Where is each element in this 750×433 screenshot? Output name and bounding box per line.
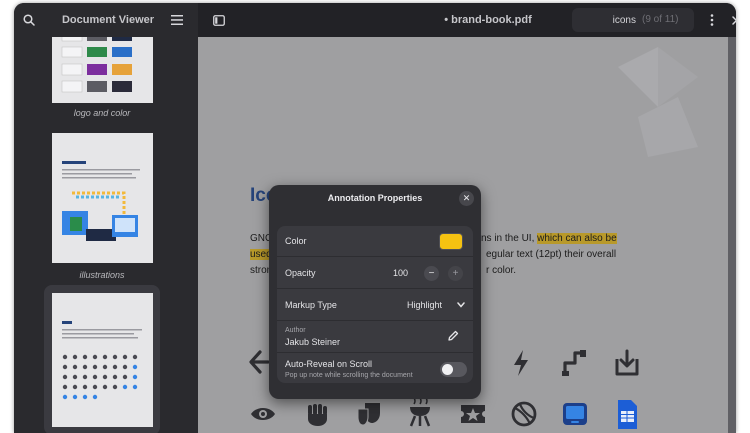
toggle-knob [442,364,453,375]
window-close-button[interactable] [724,8,736,32]
ticket-icon [461,405,485,423]
page-thumbnail-illustrations[interactable] [52,133,153,263]
color-label: Color [285,236,307,246]
markup-type-value[interactable]: Highlight [407,290,442,321]
thumbnail-caption: logo and color [73,108,131,118]
markup-type-row[interactable]: Markup Type Highlight [277,290,473,321]
opacity-increase-button[interactable]: + [448,266,463,281]
dialog-close-button[interactable]: ✕ [459,191,474,206]
search-input[interactable] [578,8,636,32]
color-picker-button[interactable] [439,233,463,250]
tablet-icon [563,403,587,425]
header-bar: Document Viewer • brand-book.pdf (9 of 1… [14,3,736,37]
close-icon: ✕ [462,193,471,203]
pencil-icon[interactable] [447,330,459,342]
main-menu-button[interactable] [165,8,189,32]
author-label: Author [285,327,306,334]
opacity-row: Opacity 100 − + [277,258,473,289]
icons-page-preview [62,321,142,400]
author-row: Author Jakub Steiner [277,322,473,353]
paragraph-line: egular text (12pt) their overall [486,249,616,260]
lightning-icon [514,350,528,376]
author-value: Jakub Steiner [285,337,341,347]
hamburger-menu-icon [171,15,183,25]
auto-reveal-description: Pop up note while scrolling the document [285,372,413,379]
auto-reveal-label: Auto-Reveal on Scroll [285,359,373,369]
text-segment: r color. [486,265,517,276]
toggle-sidebar-button[interactable] [207,8,231,32]
annotation-properties-dialog: Annotation Properties ✕ Color Opacity 10… [269,185,481,399]
text-highlight: which can also be [537,233,617,244]
auto-reveal-toggle[interactable] [440,362,467,377]
page-thumbnail-logo-and-color[interactable] [52,37,153,103]
vertical-dots-icon [710,14,714,26]
search-icon [23,14,35,26]
find-bar: (9 of 11) [572,8,694,32]
opacity-decrease-button[interactable]: − [424,266,439,281]
sidebar-header: Document Viewer [14,3,198,37]
grill-icon [409,397,431,427]
content-header: • brand-book.pdf (9 of 11) [198,3,736,37]
text-segment: egular text (12pt) their overall [486,249,617,260]
properties-list: Color Opacity 100 − + Markup Type Highli… [277,226,473,383]
ball-icon [511,401,537,427]
dialog-title: Annotation Properties [327,193,423,203]
text-segment: ns in the UI, [481,233,538,244]
auto-reveal-row: Auto-Reveal on Scroll Pop up note while … [277,354,473,383]
thumbnail-sidebar: logo and color illustrations [14,37,198,433]
sidebar-title: Document Viewer [61,14,155,26]
fist-icon [308,404,327,426]
opacity-value[interactable]: 100 [393,258,408,289]
plus-icon: + [452,268,459,279]
paragraph-line: ns in the UI, which can also be [481,233,617,244]
logo-grid-preview [61,37,132,93]
more-options-button[interactable] [700,8,724,32]
eye-icon [251,408,275,420]
sidebar-toggle-icon [213,14,225,26]
search-button[interactable] [17,8,41,32]
markup-type-label: Markup Type [285,300,337,310]
paragraph-line: r color. [486,265,516,276]
close-icon [731,15,736,25]
opacity-label: Opacity [285,268,316,278]
theater-masks-icon [357,403,380,426]
search-result-count: (9 of 11) [642,14,679,25]
illustration-preview [62,161,140,241]
minus-icon: − [428,268,435,279]
page-thumbnail-icons[interactable] [52,293,153,427]
chevron-down-icon [457,302,465,308]
download-icon [615,349,639,376]
spreadsheet-icon [618,400,637,429]
color-row: Color [277,226,473,257]
thumbnail-caption: illustrations [79,270,125,280]
document-title: • brand-book.pdf [444,14,532,26]
pipe-icon [562,350,586,376]
